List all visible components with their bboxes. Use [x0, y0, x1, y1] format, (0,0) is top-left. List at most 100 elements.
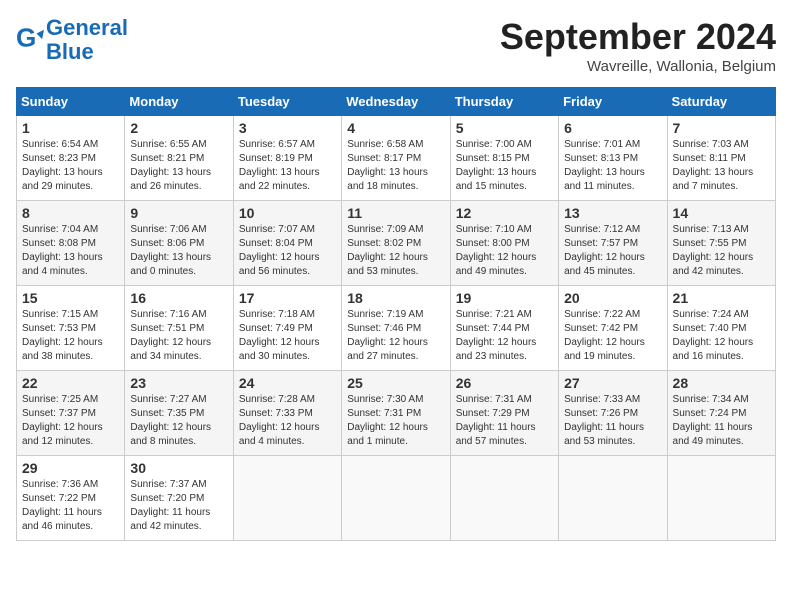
svg-text:G: G [16, 26, 36, 53]
calendar-cell: 30Sunrise: 7:37 AM Sunset: 7:20 PM Dayli… [125, 456, 233, 541]
day-info: Sunrise: 7:03 AM Sunset: 8:11 PM Dayligh… [673, 138, 770, 194]
day-info: Sunrise: 7:33 AM Sunset: 7:26 PM Dayligh… [564, 393, 661, 449]
calendar-week-2: 8 Sunrise: 7:04 AM Sunset: 8:08 PM Daylig… [17, 201, 776, 286]
day-number: 8 [22, 205, 119, 221]
day-info: Sunrise: 7:13 AM Sunset: 7:55 PM Dayligh… [673, 223, 770, 279]
day-info: Sunrise: 7:15 AM Sunset: 7:53 PM Dayligh… [22, 308, 119, 364]
weekday-header-saturday: Saturday [667, 88, 775, 116]
day-number: 18 [347, 290, 444, 306]
day-number: 11 [347, 205, 444, 221]
day-info: Sunrise: 7:34 AM Sunset: 7:24 PM Dayligh… [673, 393, 770, 449]
day-info: Sunrise: 7:19 AM Sunset: 7:46 PM Dayligh… [347, 308, 444, 364]
day-number: 10 [239, 205, 336, 221]
calendar-week-1: 1 Sunrise: 6:54 AM Sunset: 8:23 PM Daylig… [17, 116, 776, 201]
weekday-header-friday: Friday [559, 88, 667, 116]
calendar-cell: 2 Sunrise: 6:55 AM Sunset: 8:21 PM Daylig… [125, 116, 233, 201]
calendar-cell: 6 Sunrise: 7:01 AM Sunset: 8:13 PM Daylig… [559, 116, 667, 201]
weekday-header-row: SundayMondayTuesdayWednesdayThursdayFrid… [17, 88, 776, 116]
calendar-cell [450, 456, 558, 541]
day-number: 14 [673, 205, 770, 221]
day-info: Sunrise: 7:31 AM Sunset: 7:29 PM Dayligh… [456, 393, 553, 449]
day-number: 12 [456, 205, 553, 221]
logo: G General Blue [16, 16, 128, 64]
day-info: Sunrise: 6:55 AM Sunset: 8:21 PM Dayligh… [130, 138, 227, 194]
day-info: Sunrise: 6:54 AM Sunset: 8:23 PM Dayligh… [22, 138, 119, 194]
day-number: 20 [564, 290, 661, 306]
day-info: Sunrise: 7:04 AM Sunset: 8:08 PM Dayligh… [22, 223, 119, 279]
day-number: 13 [564, 205, 661, 221]
day-number: 22 [22, 375, 119, 391]
calendar-cell: 12 Sunrise: 7:10 AM Sunset: 8:00 PM Dayli… [450, 201, 558, 286]
day-number: 1 [22, 120, 119, 136]
day-info: Sunrise: 7:24 AM Sunset: 7:40 PM Dayligh… [673, 308, 770, 364]
day-number: 3 [239, 120, 336, 136]
day-info: Sunrise: 7:07 AM Sunset: 8:04 PM Dayligh… [239, 223, 336, 279]
weekday-header-tuesday: Tuesday [233, 88, 341, 116]
day-info: Sunrise: 7:22 AM Sunset: 7:42 PM Dayligh… [564, 308, 661, 364]
logo-icon: G [16, 26, 44, 54]
calendar-cell: 20 Sunrise: 7:22 AM Sunset: 7:42 PM Dayli… [559, 286, 667, 371]
calendar-cell: 13 Sunrise: 7:12 AM Sunset: 7:57 PM Dayli… [559, 201, 667, 286]
calendar-cell: 26 Sunrise: 7:31 AM Sunset: 7:29 PM Dayli… [450, 371, 558, 456]
day-number: 19 [456, 290, 553, 306]
day-info: Sunrise: 7:00 AM Sunset: 8:15 PM Dayligh… [456, 138, 553, 194]
calendar-cell: 23Sunrise: 7:27 AM Sunset: 7:35 PM Dayli… [125, 371, 233, 456]
logo-blue: Blue [46, 39, 94, 64]
calendar-cell: 15 Sunrise: 7:15 AM Sunset: 7:53 PM Dayli… [17, 286, 125, 371]
day-number: 26 [456, 375, 553, 391]
calendar-cell [667, 456, 775, 541]
day-info: Sunrise: 7:28 AM Sunset: 7:33 PM Dayligh… [239, 393, 336, 449]
calendar-cell: 5Sunrise: 7:00 AM Sunset: 8:15 PM Daylig… [450, 116, 558, 201]
calendar-cell [342, 456, 450, 541]
calendar-cell: 22Sunrise: 7:25 AM Sunset: 7:37 PM Dayli… [17, 371, 125, 456]
day-number: 24 [239, 375, 336, 391]
day-info: Sunrise: 7:10 AM Sunset: 8:00 PM Dayligh… [456, 223, 553, 279]
day-info: Sunrise: 7:18 AM Sunset: 7:49 PM Dayligh… [239, 308, 336, 364]
weekday-header-monday: Monday [125, 88, 233, 116]
weekday-header-thursday: Thursday [450, 88, 558, 116]
calendar-cell: 8 Sunrise: 7:04 AM Sunset: 8:08 PM Daylig… [17, 201, 125, 286]
day-number: 25 [347, 375, 444, 391]
day-info: Sunrise: 7:21 AM Sunset: 7:44 PM Dayligh… [456, 308, 553, 364]
calendar-cell: 18 Sunrise: 7:19 AM Sunset: 7:46 PM Dayli… [342, 286, 450, 371]
day-info: Sunrise: 7:36 AM Sunset: 7:22 PM Dayligh… [22, 478, 119, 534]
day-number: 28 [673, 375, 770, 391]
calendar-cell: 1 Sunrise: 6:54 AM Sunset: 8:23 PM Daylig… [17, 116, 125, 201]
day-number: 16 [130, 290, 227, 306]
calendar-cell: 3 Sunrise: 6:57 AM Sunset: 8:19 PM Daylig… [233, 116, 341, 201]
calendar-week-4: 22Sunrise: 7:25 AM Sunset: 7:37 PM Dayli… [17, 371, 776, 456]
day-number: 6 [564, 120, 661, 136]
calendar-cell: 29 Sunrise: 7:36 AM Sunset: 7:22 PM Dayli… [17, 456, 125, 541]
month-title: September 2024 [500, 16, 776, 58]
logo-general: General [46, 15, 128, 40]
day-number: 4 [347, 120, 444, 136]
calendar-cell: 21Sunrise: 7:24 AM Sunset: 7:40 PM Dayli… [667, 286, 775, 371]
calendar-cell: 24 Sunrise: 7:28 AM Sunset: 7:33 PM Dayli… [233, 371, 341, 456]
day-info: Sunrise: 7:12 AM Sunset: 7:57 PM Dayligh… [564, 223, 661, 279]
day-info: Sunrise: 7:30 AM Sunset: 7:31 PM Dayligh… [347, 393, 444, 449]
day-number: 15 [22, 290, 119, 306]
calendar-table: SundayMondayTuesdayWednesdayThursdayFrid… [16, 87, 776, 541]
day-number: 7 [673, 120, 770, 136]
calendar-cell: 17Sunrise: 7:18 AM Sunset: 7:49 PM Dayli… [233, 286, 341, 371]
calendar-cell: 28 Sunrise: 7:34 AM Sunset: 7:24 PM Dayli… [667, 371, 775, 456]
day-number: 2 [130, 120, 227, 136]
calendar-cell: 7 Sunrise: 7:03 AM Sunset: 8:11 PM Daylig… [667, 116, 775, 201]
day-info: Sunrise: 6:58 AM Sunset: 8:17 PM Dayligh… [347, 138, 444, 194]
calendar-week-3: 15 Sunrise: 7:15 AM Sunset: 7:53 PM Dayli… [17, 286, 776, 371]
day-info: Sunrise: 7:27 AM Sunset: 7:35 PM Dayligh… [130, 393, 227, 449]
day-info: Sunrise: 7:06 AM Sunset: 8:06 PM Dayligh… [130, 223, 227, 279]
calendar-cell: 25 Sunrise: 7:30 AM Sunset: 7:31 PM Dayli… [342, 371, 450, 456]
calendar-cell [233, 456, 341, 541]
day-info: Sunrise: 7:16 AM Sunset: 7:51 PM Dayligh… [130, 308, 227, 364]
weekday-header-wednesday: Wednesday [342, 88, 450, 116]
calendar-cell: 10 Sunrise: 7:07 AM Sunset: 8:04 PM Dayli… [233, 201, 341, 286]
day-info: Sunrise: 6:57 AM Sunset: 8:19 PM Dayligh… [239, 138, 336, 194]
weekday-header-sunday: Sunday [17, 88, 125, 116]
calendar-cell: 19 Sunrise: 7:21 AM Sunset: 7:44 PM Dayli… [450, 286, 558, 371]
day-info: Sunrise: 7:01 AM Sunset: 8:13 PM Dayligh… [564, 138, 661, 194]
calendar-week-5: 29 Sunrise: 7:36 AM Sunset: 7:22 PM Dayli… [17, 456, 776, 541]
calendar-cell: 4 Sunrise: 6:58 AM Sunset: 8:17 PM Daylig… [342, 116, 450, 201]
calendar-cell: 27Sunrise: 7:33 AM Sunset: 7:26 PM Dayli… [559, 371, 667, 456]
day-number: 29 [22, 460, 119, 476]
